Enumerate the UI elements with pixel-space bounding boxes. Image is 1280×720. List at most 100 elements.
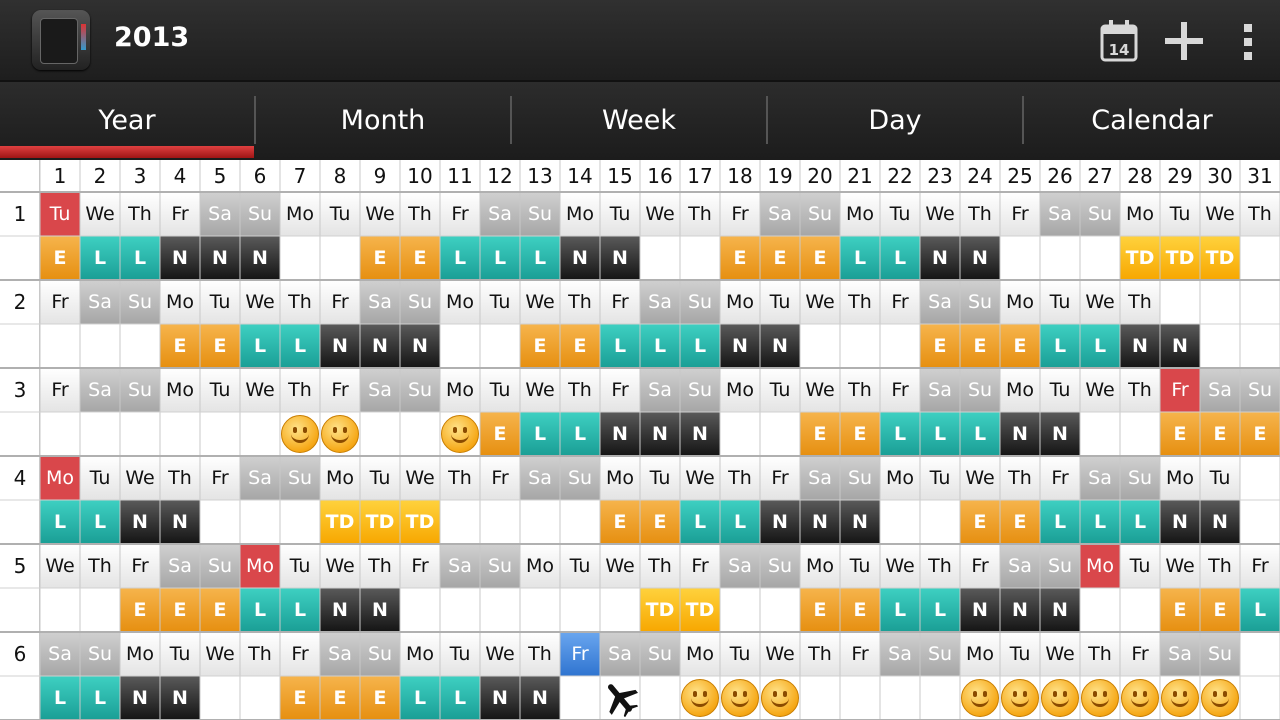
shift-cell[interactable] [840,676,880,720]
day-cell[interactable]: Su [400,368,440,412]
day-cell[interactable]: Mo [280,192,320,236]
day-cell[interactable]: Fr [840,632,880,676]
shift-cell[interactable]: E [800,588,840,632]
day-cell[interactable]: Tu [1040,280,1080,324]
day-cell[interactable]: Tu [320,192,360,236]
day-cell[interactable]: Mo [880,456,920,500]
shift-cell[interactable] [240,676,280,720]
shift-cell[interactable] [800,324,840,368]
day-cell[interactable]: Su [960,280,1000,324]
shift-cell[interactable] [920,676,960,720]
day-cell[interactable]: Su [680,280,720,324]
day-cell[interactable]: Su [840,456,880,500]
shift-cell[interactable]: E [960,324,1000,368]
day-cell[interactable]: Th [720,456,760,500]
day-cell[interactable]: Mo [560,192,600,236]
shift-cell[interactable] [880,676,920,720]
shift-cell[interactable]: N [520,676,560,720]
shift-cell[interactable] [280,412,320,456]
shift-cell[interactable]: L [280,324,320,368]
shift-cell[interactable]: E [1240,412,1280,456]
shift-cell[interactable] [120,324,160,368]
day-cell[interactable]: Mo [720,368,760,412]
shift-cell[interactable] [1240,500,1280,544]
shift-cell[interactable]: TD [320,500,360,544]
day-cell[interactable]: Sa [360,280,400,324]
day-cell[interactable]: Fr [1040,456,1080,500]
day-cell[interactable]: Th [360,544,400,588]
shift-cell[interactable] [160,412,200,456]
shift-cell[interactable] [1120,676,1160,720]
shift-cell[interactable] [520,500,560,544]
shift-cell[interactable] [440,324,480,368]
day-cell[interactable]: We [640,192,680,236]
shift-cell[interactable]: E [800,236,840,280]
shift-cell[interactable] [680,236,720,280]
day-cell[interactable]: Fr [880,368,920,412]
shift-cell[interactable] [280,500,320,544]
shift-cell[interactable]: E [280,676,320,720]
day-cell[interactable]: Fr [480,456,520,500]
shift-cell[interactable]: L [920,412,960,456]
day-cell[interactable]: Mo [440,280,480,324]
day-cell[interactable]: Tu [280,544,320,588]
day-cell[interactable]: Su [680,368,720,412]
shift-cell[interactable] [800,676,840,720]
shift-cell[interactable] [720,588,760,632]
day-cell[interactable]: Su [120,280,160,324]
shift-cell[interactable] [1040,236,1080,280]
shift-cell[interactable]: N [1200,500,1240,544]
day-cell[interactable]: Th [680,192,720,236]
shift-cell[interactable]: L [1080,500,1120,544]
shift-cell[interactable]: E [320,676,360,720]
day-cell[interactable]: Tu [160,632,200,676]
shift-cell[interactable]: N [1040,588,1080,632]
shift-cell[interactable] [1120,588,1160,632]
day-cell[interactable]: Th [800,632,840,676]
shift-cell[interactable]: N [560,236,600,280]
day-cell[interactable]: Th [840,280,880,324]
shift-cell[interactable] [480,588,520,632]
shift-cell[interactable]: E [360,676,400,720]
day-cell[interactable]: Tu [840,544,880,588]
day-cell[interactable]: We [1200,192,1240,236]
shift-cell[interactable]: E [40,236,80,280]
day-cell[interactable]: Fr [960,544,1000,588]
shift-cell[interactable]: N [1160,324,1200,368]
day-cell[interactable]: Fr [280,632,320,676]
shift-cell[interactable]: TD [680,588,720,632]
shift-cell[interactable] [1080,236,1120,280]
shift-cell[interactable]: E [1200,588,1240,632]
day-cell[interactable]: We [880,544,920,588]
day-cell[interactable]: Sa [1200,368,1240,412]
day-cell[interactable]: We [120,456,160,500]
day-cell[interactable]: Tu [1120,544,1160,588]
shift-cell[interactable]: E [400,236,440,280]
day-cell[interactable]: Tu [480,368,520,412]
day-cell[interactable]: Sa [1160,632,1200,676]
day-cell[interactable]: Mo [1080,544,1120,588]
day-cell[interactable]: Th [1200,544,1240,588]
shift-cell[interactable]: N [400,324,440,368]
day-cell[interactable]: We [520,368,560,412]
day-cell[interactable]: Fr [760,456,800,500]
shift-cell[interactable] [240,412,280,456]
shift-cell[interactable]: E [960,500,1000,544]
day-cell[interactable]: We [480,632,520,676]
shift-cell[interactable] [760,588,800,632]
day-cell[interactable]: We [920,192,960,236]
shift-cell[interactable]: L [680,324,720,368]
day-cell[interactable]: Sa [240,456,280,500]
day-cell[interactable]: We [400,456,440,500]
day-cell[interactable]: Fr [560,632,600,676]
shift-cell[interactable] [120,412,160,456]
shift-cell[interactable]: E [600,500,640,544]
shift-cell[interactable]: E [120,588,160,632]
shift-cell[interactable]: L [1040,500,1080,544]
day-cell[interactable]: Sa [440,544,480,588]
day-cell[interactable]: Fr [600,368,640,412]
day-cell[interactable]: Fr [880,280,920,324]
day-cell[interactable]: Sa [40,632,80,676]
day-cell[interactable]: Sa [320,632,360,676]
shift-cell[interactable] [1040,676,1080,720]
